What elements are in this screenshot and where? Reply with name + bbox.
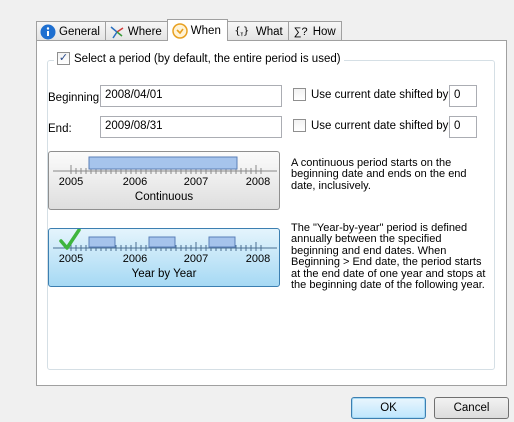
period-bar [88,156,238,170]
beginning-shift-input[interactable]: 0 [449,85,477,107]
period-bar [208,236,236,248]
sigma-icon: ∑? [293,25,308,38]
tab-label: When [190,24,221,37]
tab-label: General [59,25,100,38]
year-by-year-caption: Year by Year [131,268,197,280]
beginning-shift-checkbox[interactable] [293,88,306,101]
tab-what[interactable]: {ᵧ} What [226,21,289,41]
beginning-date-field[interactable]: 2008/04/01 [100,85,282,107]
end-shift-label: Use current date shifted by: [311,119,452,132]
beginning-shift-label: Use current date shifted by: [311,88,452,101]
year-label: 2008 [246,253,270,265]
continuous-description: A continuous period starts on the beginn… [291,157,467,192]
end-date-field[interactable]: 2009/08/31 [100,116,282,138]
year-label: 2008 [246,176,270,188]
tab-general[interactable]: General [36,21,106,41]
period-checkbox[interactable]: ✓ [57,52,70,65]
description-line: Beginning > End date, the period starts [291,256,482,269]
year-by-year-description: The "Year-by-year" period is defined ann… [291,222,485,292]
info-icon [40,24,56,40]
tab-label: What [255,25,283,38]
period-bar [148,236,176,248]
clock-icon [172,22,188,39]
year-label: 2006 [123,253,147,265]
end-shift-checkbox[interactable] [293,119,306,132]
period-bar [88,236,116,248]
tab-how[interactable]: ∑? How [287,21,342,41]
beginning-shift-row: Use current date shifted by: [293,88,452,101]
year-by-year-timeline: 2005 2006 2007 2008 [53,229,277,265]
description-line: date, inclusively. [291,179,371,192]
continuous-caption: Continuous [134,191,194,203]
year-label: 2007 [184,253,208,265]
continuous-period-button[interactable]: 2005 2006 2007 2008 Continuous [48,151,280,210]
continuous-timeline: 2005 2006 2007 2008 [53,156,277,188]
tab-where[interactable]: Where [104,21,168,41]
year-label: 2005 [59,176,83,188]
period-checkbox-row[interactable]: ✓ Select a period (by default, the entir… [54,52,344,65]
tab-strip: General Where When {ᵧ} What ∑? How [36,19,342,41]
year-label: 2005 [59,253,83,265]
beginning-label: Beginning: [48,92,103,104]
year-label: 2006 [123,176,147,188]
period-checkbox-label: Select a period (by default, the entire … [74,52,341,65]
tab-label: How [312,25,336,38]
year-by-year-period-button[interactable]: 2005 2006 2007 2008 Year by Year [48,228,280,287]
year-label: 2007 [184,176,208,188]
end-shift-input[interactable]: 0 [449,116,477,138]
end-label: End: [48,123,72,135]
tab-label: Where [127,25,162,38]
description-line: the beginning date of the following year… [291,279,485,292]
cancel-button[interactable]: Cancel [434,397,509,419]
variable-icon: {ᵧ} [234,26,250,37]
ok-button[interactable]: OK [351,397,426,419]
compass-icon [109,24,125,40]
end-shift-row: Use current date shifted by: [293,119,452,132]
tab-when[interactable]: When [166,19,228,41]
when-tab-panel: ✓ Select a period (by default, the entir… [36,40,507,386]
